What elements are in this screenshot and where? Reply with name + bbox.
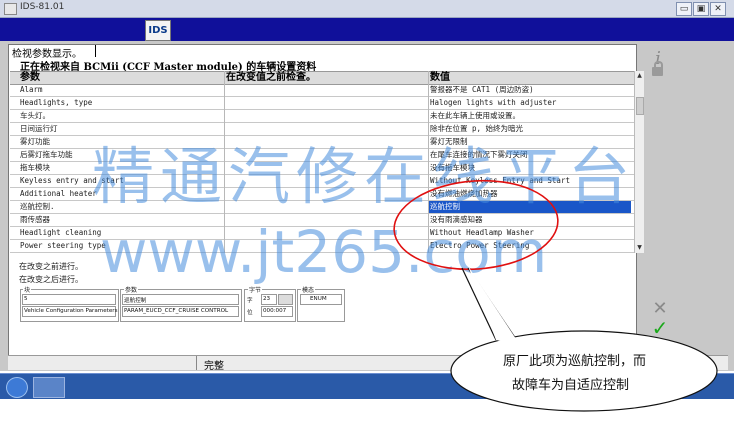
callout-line-1: 原厂此项为巡航控制，而 xyxy=(503,354,647,369)
callout-bubble xyxy=(450,330,718,412)
callout-line-2: 故障车为自适应控制 xyxy=(512,378,630,393)
red-highlight-circle xyxy=(393,179,559,271)
